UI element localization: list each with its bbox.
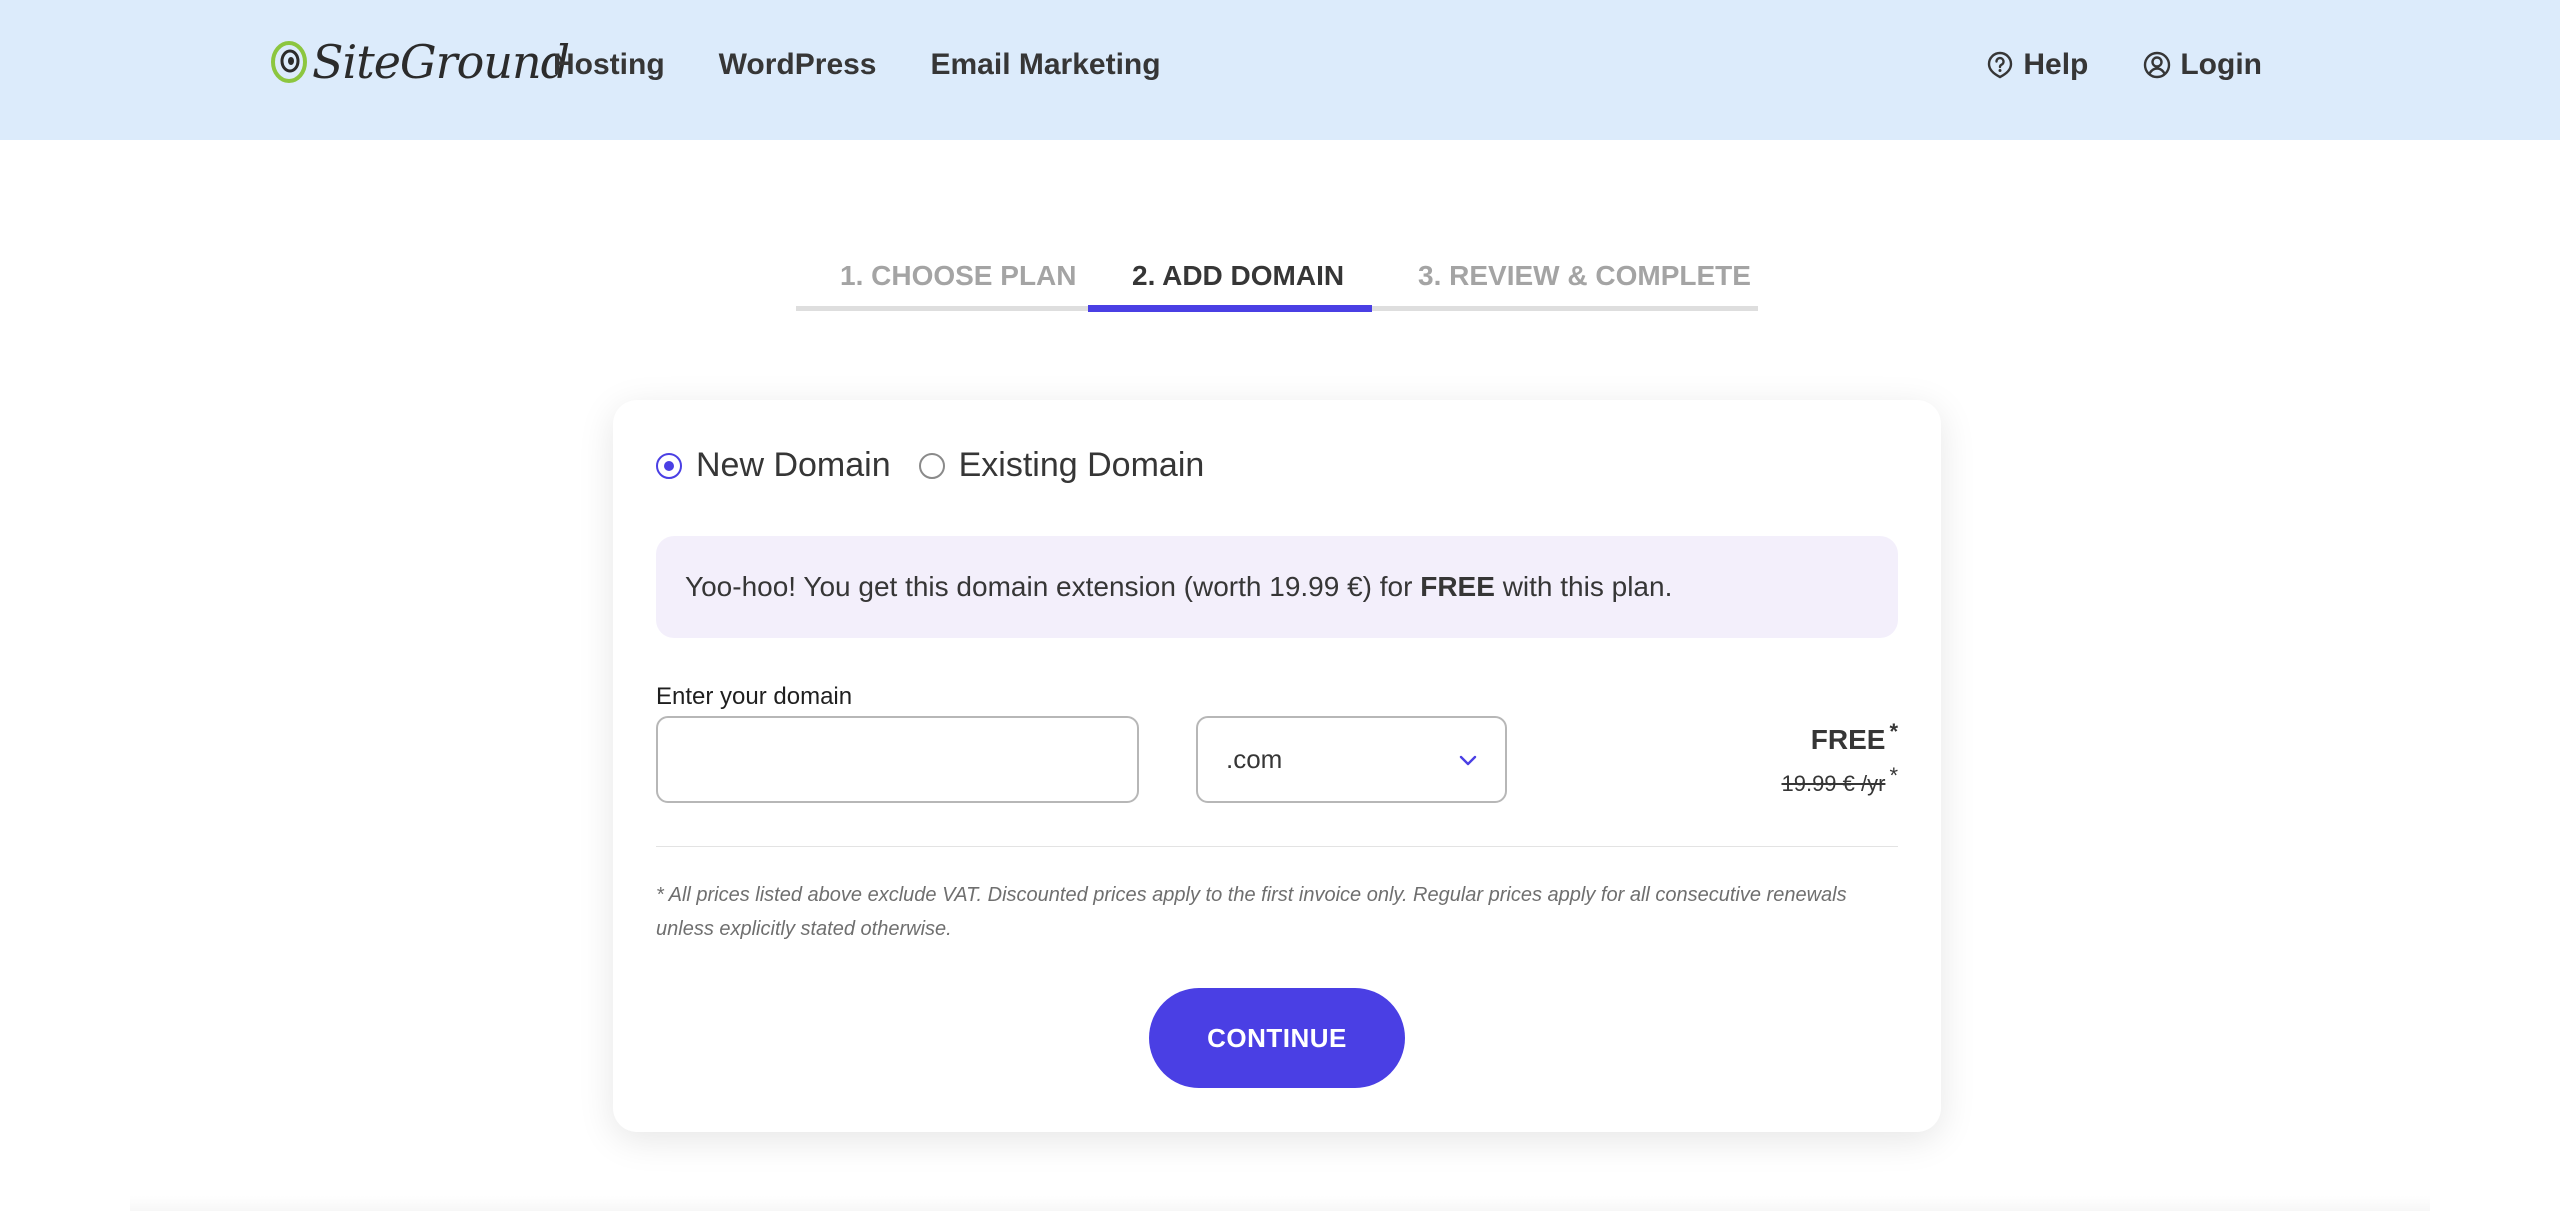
continue-button[interactable]: CONTINUE [1149,988,1405,1088]
domain-card: New Domain Existing Domain Yoo-hoo! You … [613,400,1941,1132]
vat-disclaimer: * All prices listed above exclude VAT. D… [656,884,1847,940]
login-label: Login [2180,48,2262,81]
site-header: SiteGround Hosting WordPress Email Marke… [0,0,2560,140]
active-step-indicator [1088,305,1372,312]
help-icon [1988,51,2013,79]
logo-text: SiteGround [312,35,570,89]
promo-text-before: Yoo-hoo! You get this domain extension (… [685,571,1421,602]
help-label: Help [2023,48,2089,81]
domain-price: FREE * 19.99 € /yr * [1781,719,1898,802]
user-icon [2144,51,2171,79]
price-regular: 19.99 € /yr * [1781,763,1898,802]
nav-wordpress[interactable]: WordPress [719,48,877,82]
checkout-steps: 1. CHOOSE PLAN 2. ADD DOMAIN 3. REVIEW &… [796,258,1758,314]
help-link[interactable]: Help [1985,48,2088,82]
existing-domain-label: Existing Domain [958,446,1205,484]
price-now: FREE * [1781,719,1898,758]
promo-free: FREE [1420,571,1495,602]
domain-input[interactable] [656,716,1139,803]
nav-hosting[interactable]: Hosting [553,48,665,82]
chevron-down-icon [1459,755,1477,765]
divider [656,846,1898,847]
siteground-logo[interactable]: SiteGround [270,34,570,90]
siteground-logo-icon [271,41,307,83]
main-nav: Hosting WordPress Email Marketing [553,48,1161,82]
step-review-complete: 3. REVIEW & COMPLETE [1418,260,1751,291]
existing-domain-radio[interactable]: Existing Domain [918,446,1205,485]
new-domain-label: New Domain [696,446,891,484]
login-link[interactable]: Login [2142,48,2262,82]
free-domain-promo: Yoo-hoo! You get this domain extension (… [656,536,1898,638]
new-domain-radio[interactable]: New Domain [656,446,891,485]
price-now-star: * [1889,719,1898,744]
radio-unselected-icon [918,452,945,479]
tld-selected-value: .com [1226,744,1283,774]
promo-text-after: with this plan. [1494,571,1673,602]
header-actions: Help Login [1985,48,2262,82]
step-choose-plan[interactable]: 1. CHOOSE PLAN [840,260,1076,292]
radio-selected-icon [656,452,682,479]
step-add-domain: 2. ADD DOMAIN [1132,260,1345,291]
tld-select[interactable]: .com [1196,716,1507,803]
domain-type-options: New Domain Existing Domain [656,446,1232,485]
price-regular-value: 19.99 € /yr [1781,771,1886,796]
price-regular-star: * [1889,763,1898,788]
nav-email-marketing[interactable]: Email Marketing [931,48,1161,82]
price-now-value: FREE [1810,724,1886,755]
footer-edge [130,1196,2430,1211]
domain-input-label: Enter your domain [656,683,853,710]
